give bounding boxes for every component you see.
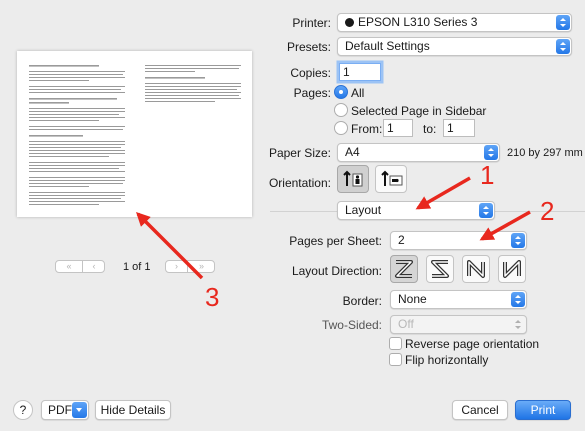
chevron-up-down-icon bbox=[556, 39, 570, 54]
presets-value: Default Settings bbox=[345, 39, 430, 53]
orientation-portrait-button[interactable] bbox=[337, 165, 369, 193]
first-page-button[interactable]: « bbox=[56, 261, 83, 272]
hide-details-button[interactable]: Hide Details bbox=[95, 400, 171, 420]
border-value: None bbox=[398, 292, 427, 306]
layout-n-button[interactable] bbox=[462, 255, 490, 283]
two-sided-value: Off bbox=[398, 317, 414, 331]
two-sided-select: Off bbox=[390, 315, 527, 334]
portrait-icon bbox=[343, 170, 363, 187]
two-sided-label: Two-Sided: bbox=[321, 318, 382, 332]
page-preview bbox=[17, 51, 252, 217]
help-button[interactable]: ? bbox=[13, 400, 33, 420]
copies-input[interactable]: 1 bbox=[339, 63, 381, 81]
printer-select[interactable]: EPSON L310 Series 3 bbox=[337, 13, 572, 32]
paper-dimensions: 210 by 297 mm bbox=[507, 147, 583, 159]
paper-size-label: Paper Size: bbox=[268, 146, 331, 160]
flip-horizontally-checkbox[interactable] bbox=[389, 353, 402, 366]
orientation-landscape-button[interactable] bbox=[375, 165, 407, 193]
annotation-label-1: 1 bbox=[480, 160, 495, 190]
layout-direction-label: Layout Direction: bbox=[291, 264, 382, 278]
printer-status-icon bbox=[345, 18, 354, 27]
layout-reverse-z-icon bbox=[431, 260, 449, 278]
pages-per-sheet-label: Pages per Sheet: bbox=[289, 234, 382, 248]
chevron-up-down-icon bbox=[484, 145, 498, 160]
page-preview-content bbox=[29, 65, 241, 205]
layout-z-icon bbox=[395, 260, 413, 278]
previous-page-button[interactable]: ‹ bbox=[83, 261, 105, 272]
section-value: Layout bbox=[345, 203, 382, 217]
pages-per-sheet-value: 2 bbox=[398, 233, 405, 247]
pdf-dropdown-icon bbox=[72, 402, 87, 418]
pages-selected-label: Selected Page in Sidebar bbox=[351, 104, 487, 118]
pages-label: Pages: bbox=[293, 86, 331, 100]
section-select[interactable]: Layout bbox=[337, 201, 495, 220]
chevron-up-down-icon bbox=[479, 203, 493, 218]
chevron-up-down-icon bbox=[511, 317, 525, 332]
orientation-label: Orientation: bbox=[268, 176, 331, 190]
preview-back-buttons[interactable]: « ‹ bbox=[55, 260, 105, 273]
pages-all-label: All bbox=[351, 86, 365, 100]
layout-reverse-n-icon bbox=[503, 260, 521, 278]
pdf-menu-button[interactable]: PDF bbox=[41, 400, 89, 420]
layout-z-button[interactable] bbox=[390, 255, 418, 283]
border-select[interactable]: None bbox=[390, 290, 527, 309]
layout-reverse-z-button[interactable] bbox=[426, 255, 454, 283]
landscape-icon bbox=[381, 170, 403, 186]
pages-to-input[interactable]: 1 bbox=[443, 119, 475, 137]
pages-from-input[interactable]: 1 bbox=[383, 119, 413, 137]
printer-value: EPSON L310 Series 3 bbox=[358, 15, 478, 29]
reverse-orientation-label: Reverse page orientation bbox=[405, 337, 540, 351]
next-page-button[interactable]: › bbox=[166, 261, 188, 272]
chevron-up-down-icon bbox=[556, 15, 570, 30]
pdf-label: PDF bbox=[48, 403, 72, 417]
printer-label: Printer: bbox=[292, 16, 331, 30]
presets-select[interactable]: Default Settings bbox=[337, 37, 572, 56]
paper-size-value: A4 bbox=[345, 145, 360, 159]
reverse-orientation-checkbox[interactable] bbox=[389, 337, 402, 350]
pages-from-radio[interactable] bbox=[334, 121, 348, 135]
border-label: Border: bbox=[342, 294, 382, 308]
layout-n-icon bbox=[467, 260, 485, 278]
chevron-up-down-icon bbox=[511, 292, 525, 307]
pages-selected-radio[interactable] bbox=[334, 103, 348, 117]
flip-horizontally-label: Flip horizontally bbox=[405, 353, 489, 367]
copies-label: Copies: bbox=[290, 66, 331, 80]
print-button[interactable]: Print bbox=[515, 400, 571, 420]
pages-to-label: to: bbox=[423, 122, 437, 136]
pages-from-label: From: bbox=[351, 122, 383, 136]
paper-size-select[interactable]: A4 bbox=[337, 143, 500, 162]
layout-reverse-n-button[interactable] bbox=[498, 255, 526, 283]
annotation-label-3: 3 bbox=[205, 282, 220, 312]
annotation-label-2: 2 bbox=[540, 196, 555, 226]
page-indicator: 1 of 1 bbox=[123, 261, 151, 273]
chevron-up-down-icon bbox=[511, 233, 525, 248]
preview-forward-buttons[interactable]: › » bbox=[165, 260, 215, 273]
last-page-button[interactable]: » bbox=[188, 261, 215, 272]
cancel-button[interactable]: Cancel bbox=[452, 400, 508, 420]
presets-label: Presets: bbox=[286, 40, 331, 54]
pages-all-radio[interactable] bbox=[334, 85, 348, 99]
pages-per-sheet-select[interactable]: 2 bbox=[390, 231, 527, 250]
